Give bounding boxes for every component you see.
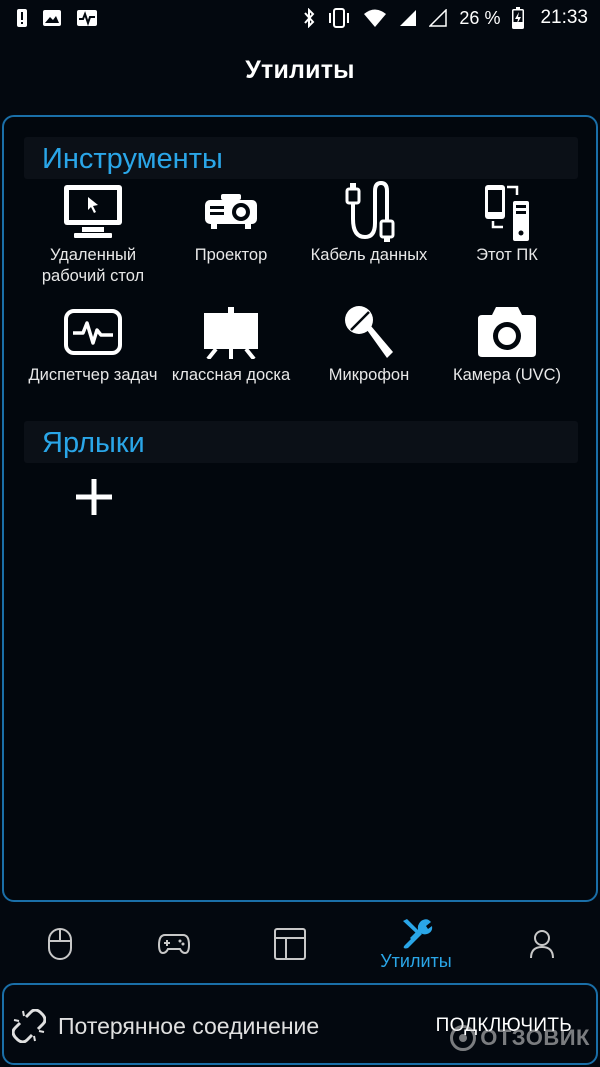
connection-status: Потерянное соединение (58, 1013, 320, 1039)
signal-empty-icon (429, 9, 448, 27)
broken-link-icon (11, 1008, 47, 1048)
gamepad-icon (158, 934, 190, 955)
plus-icon (76, 479, 112, 515)
alert-icon (16, 8, 28, 28)
vibrate-icon (327, 8, 351, 28)
tool-label: Этот ПК (476, 246, 538, 264)
nav-utilities-label: Утилиты (380, 950, 452, 971)
nav-utilities[interactable]: Утилиты (356, 910, 476, 978)
status-bar: 26 % 21:33 (0, 0, 600, 36)
add-shortcut-button[interactable] (74, 477, 114, 517)
user-icon (530, 930, 554, 959)
tool-task-manager[interactable]: Диспетчер задач (24, 301, 162, 386)
tool-microphone[interactable]: Микрофон (300, 301, 438, 386)
camera-icon (438, 301, 576, 363)
image-icon (42, 9, 62, 27)
projector-icon (162, 181, 300, 243)
tool-label: Микрофон (328, 366, 410, 384)
microphone-icon (300, 301, 438, 363)
nav-layout[interactable] (230, 910, 350, 978)
bottom-nav: Утилиты (0, 910, 600, 978)
tool-projector[interactable]: Проектор (162, 181, 300, 266)
tool-label: Диспетчер задач (28, 366, 158, 384)
page-title: Утилиты (245, 56, 355, 84)
tool-label: классная доска (171, 366, 291, 384)
mouse-icon (48, 928, 72, 960)
activity-icon (76, 9, 98, 27)
screen: 26 % 21:33 Утилиты Инструменты Удаленный… (0, 0, 600, 1067)
nav-mouse[interactable] (0, 910, 120, 978)
connection-bar: Потерянное соединение ПОДКЛЮЧИТЬ (2, 983, 598, 1065)
tools-section-header: Инструменты (24, 137, 578, 179)
tool-label: Проектор (194, 246, 268, 264)
watermark-text: ОТЗОВИК (480, 1025, 590, 1050)
tool-label: Камера (UVC) (452, 366, 562, 384)
watermark: ОТЗОВИК (450, 1025, 590, 1051)
wrench-icon (403, 918, 433, 948)
battery-charging-icon (512, 7, 525, 29)
tool-remote-desktop[interactable]: Удаленный рабочий стол (24, 181, 162, 287)
tool-this-pc[interactable]: Этот ПК (438, 181, 576, 266)
usb-cable-icon (300, 181, 438, 243)
task-monitor-icon (24, 301, 162, 363)
nav-profile[interactable] (482, 910, 600, 978)
wifi-icon (363, 9, 387, 27)
monitor-cursor-icon (24, 181, 162, 243)
signal-icon (399, 9, 417, 27)
shortcuts-section-header: Ярлыки (24, 421, 578, 463)
nav-gamepad[interactable] (114, 910, 234, 978)
bluetooth-icon (303, 8, 315, 28)
tool-camera[interactable]: Камера (UVC) (438, 301, 576, 386)
tools-section-title: Инструменты (42, 143, 223, 175)
layout-icon (274, 928, 306, 960)
tool-whiteboard[interactable]: классная доска (162, 301, 300, 386)
clock: 21:33 (540, 7, 588, 28)
tool-label: Кабель данных (310, 246, 428, 264)
tool-label: Удаленный рабочий стол (41, 246, 145, 285)
main-panel: Инструменты Удаленный рабочий стол Проек… (2, 115, 598, 902)
battery-percent: 26 % (459, 7, 501, 28)
whiteboard-icon (162, 301, 300, 363)
watermark-logo-icon (450, 1025, 477, 1051)
shortcuts-section-title: Ярлыки (42, 427, 145, 459)
phone-pc-icon (438, 181, 576, 243)
tool-data-cable[interactable]: Кабель данных (300, 181, 438, 266)
